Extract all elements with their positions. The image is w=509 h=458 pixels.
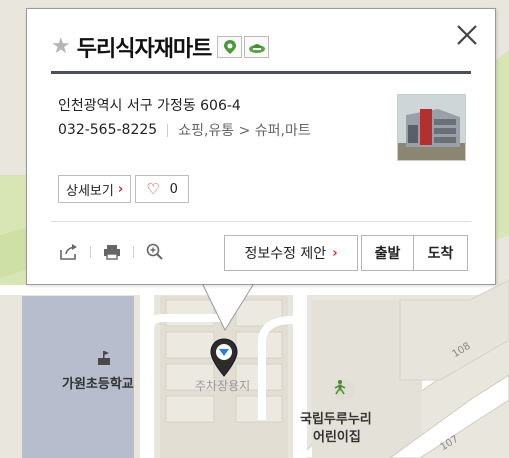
heart-icon: ♡ — [146, 180, 160, 198]
divider — [133, 246, 134, 258]
place-info-popup: ★ 두리식자재마트 인천광역시 서구 가정동 606-4 032-565-822… — [26, 8, 496, 285]
contact-info: 032-565-8225 쇼핑,유통 > 슈퍼,마트 — [58, 120, 311, 140]
close-icon[interactable] — [455, 23, 479, 47]
chevron-right-icon: › — [332, 245, 338, 261]
title-underline — [51, 71, 471, 74]
zoom-icon[interactable] — [144, 241, 166, 263]
divider — [167, 123, 169, 137]
suggest-edit-button[interactable]: 정보수정 제안 › — [224, 235, 358, 271]
share-icon[interactable] — [58, 241, 80, 263]
chevron-right-icon: › — [117, 181, 124, 197]
detail-button[interactable]: 상세보기 › — [58, 175, 132, 203]
tool-icons — [58, 241, 166, 263]
arrival-button[interactable]: 도착 — [414, 235, 468, 271]
category: 쇼핑,유통 > 슈퍼,마트 — [178, 123, 311, 139]
like-count: 0 — [169, 181, 178, 197]
parking-label: 주차장용지 — [195, 379, 251, 393]
star-icon[interactable]: ★ — [51, 36, 71, 58]
kindergarten-icon — [333, 379, 355, 401]
title-badges — [217, 36, 270, 58]
print-icon[interactable] — [101, 241, 123, 263]
section-divider — [51, 221, 471, 222]
phone-number[interactable]: 032-565-8225 — [58, 122, 157, 138]
divider — [90, 246, 91, 258]
departure-button[interactable]: 출발 — [361, 235, 414, 271]
like-button[interactable]: ♡ 0 — [135, 175, 189, 203]
parking-icon — [217, 36, 243, 58]
popup-pointer — [195, 284, 255, 338]
title-row: ★ 두리식자재마트 — [51, 29, 270, 65]
kindergarten-label-line1[interactable]: 국립두루누리 — [300, 408, 372, 427]
place-title[interactable]: 두리식자재마트 — [77, 31, 213, 63]
detail-button-label: 상세보기 — [66, 183, 114, 199]
action-buttons-top: 상세보기 › ♡ 0 — [58, 175, 189, 203]
address: 인천광역시 서구 가정동 606-4 — [58, 98, 241, 114]
place-thumbnail[interactable] — [397, 94, 466, 161]
school-label[interactable]: 가원초등학교 — [62, 373, 134, 392]
kindergarten-label-line2[interactable]: 어린이집 — [313, 426, 361, 445]
suggest-edit-label: 정보수정 제안 — [244, 246, 327, 262]
mart-icon — [244, 36, 270, 58]
action-buttons-bottom: 정보수정 제안 › 출발 도착 — [224, 235, 468, 271]
